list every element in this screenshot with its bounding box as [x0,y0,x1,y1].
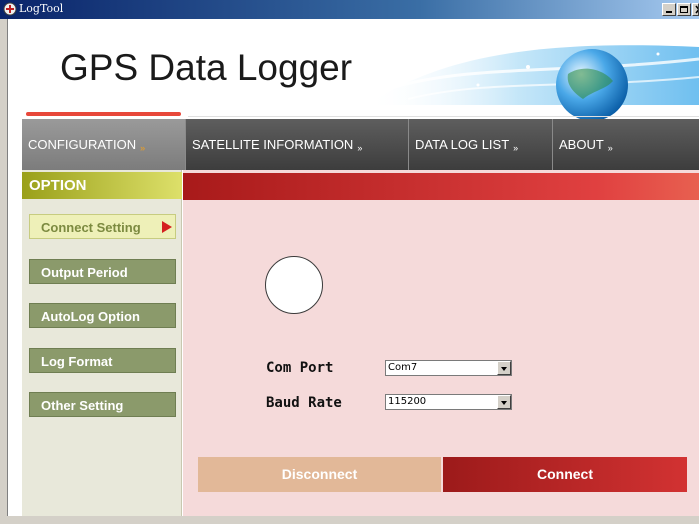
title-bar[interactable]: LogTool [0,0,699,19]
com-port-select[interactable]: Com7 [385,360,512,376]
connect-button[interactable]: Connect [443,457,687,492]
close-button[interactable] [692,3,699,16]
sidebar-item-label: AutoLog Option [41,309,140,324]
app-icon [3,2,17,16]
com-port-label: Com Port [266,360,334,376]
main-nav: CONFIGURATION» SATELLITE INFORMATION» DA… [22,119,699,170]
baud-rate-label: Baud Rate [266,395,342,411]
panel-header-stripe [183,173,699,200]
chevron-down-icon: » [513,143,519,153]
close-icon [695,5,698,14]
sidebar-item-output-period[interactable]: Output Period [29,259,176,284]
app-window: LogTool GPS Data Logger CONFIGURATION » … [0,0,699,524]
chevron-down-icon: » [140,143,146,153]
sidebar-item-label: Connect Setting [41,220,141,235]
tab-about-label: ABOUT [559,137,604,152]
chevron-down-icon[interactable] [497,361,511,375]
sidebar-item-autolog-option[interactable]: AutoLog Option [29,303,176,328]
disconnect-button[interactable]: Disconnect [198,457,441,492]
tab-configuration-label: CONFIGURATION [28,137,137,152]
maximize-button[interactable] [677,3,691,16]
sidebar-item-log-format[interactable]: Log Format [29,348,176,373]
maximize-icon [680,6,688,13]
tab-configuration[interactable]: CONFIGURATION» [22,119,185,170]
sidebar-item-connect-setting[interactable]: Connect Setting [29,214,176,239]
tab-satellite-information-label: SATELLITE INFORMATION [192,137,354,152]
header: GPS Data Logger [8,19,699,119]
window-frame-bottom [0,516,699,524]
connect-settings-panel: Com Port Com7 Baud Rate 115200 Disconnec… [183,170,699,516]
client-area: GPS Data Logger CONFIGURATION» SATELLITE… [8,19,699,516]
minimize-button[interactable] [662,3,676,16]
tab-data-log-list[interactable]: DATA LOG LIST» [408,119,552,170]
com-port-value: Com7 [388,362,418,373]
arrow-right-icon [162,221,172,233]
tab-data-log-list-label: DATA LOG LIST [415,137,510,152]
baud-rate-select[interactable]: 115200 [385,394,512,410]
baud-rate-value: 115200 [388,396,427,407]
connection-status-indicator [265,256,323,314]
chevron-down-icon: » [357,143,363,153]
page-title: GPS Data Logger [60,47,353,88]
sidebar: OPTION Connect Setting Output Period Aut… [22,170,182,516]
chevron-down-icon[interactable] [497,395,511,409]
sidebar-heading: OPTION [22,172,182,199]
sidebar-item-label: Output Period [41,265,128,280]
sidebar-item-label: Log Format [41,354,113,369]
chevron-down-icon: » [607,143,613,153]
minimize-icon [666,11,672,13]
window-frame-left [0,19,8,516]
sidebar-item-other-setting[interactable]: Other Setting [29,392,176,417]
tab-satellite-information[interactable]: SATELLITE INFORMATION» [185,119,408,170]
sidebar-item-label: Other Setting [41,398,124,413]
tab-about[interactable]: ABOUT» [552,119,699,170]
title-underline [26,112,181,116]
window-title: LogTool [19,2,64,15]
